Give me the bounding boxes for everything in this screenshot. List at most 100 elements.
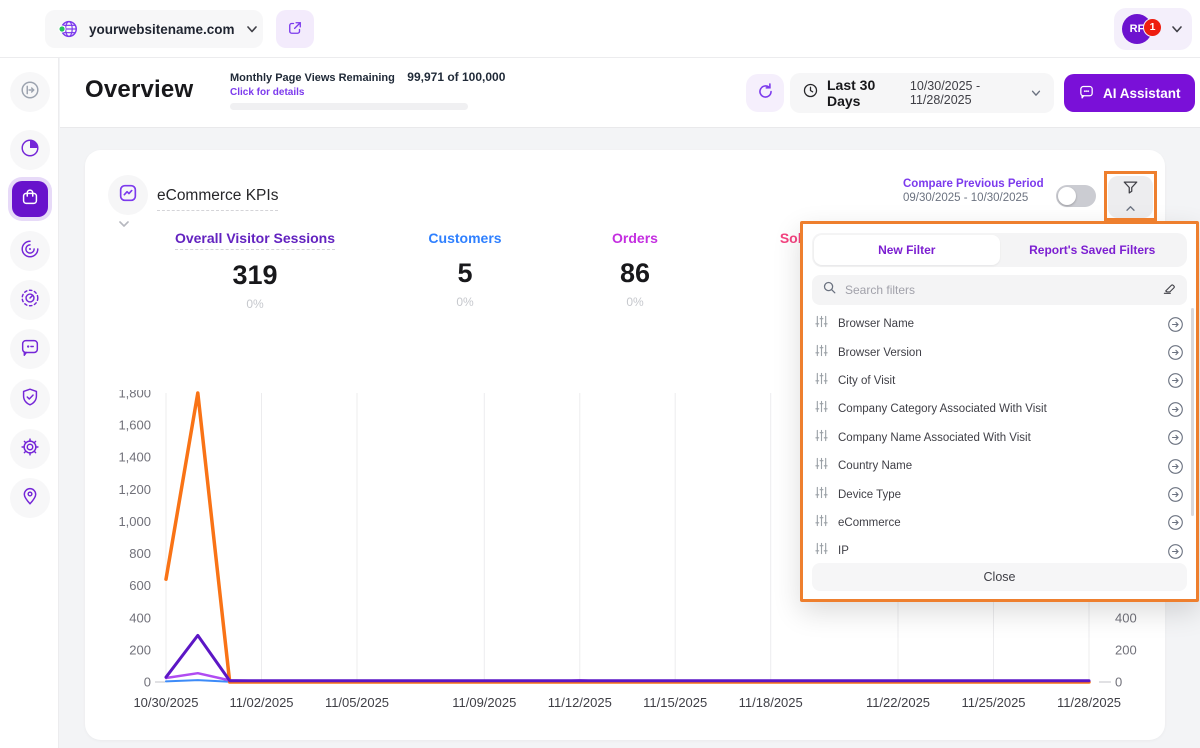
arrow-right-circle-icon[interactable]	[1167, 429, 1184, 446]
quota-label: Monthly Page Views Remaining	[230, 72, 395, 84]
scrollbar[interactable]	[1191, 308, 1194, 516]
svg-text:10/30/2025: 10/30/2025	[133, 695, 198, 710]
kpi-tab-overall-visitor-sessions[interactable]: Overall Visitor Sessions3190%	[115, 230, 395, 311]
svg-text:1,000: 1,000	[118, 514, 151, 529]
refresh-icon	[756, 82, 775, 104]
account-menu[interactable]: RF 1	[1114, 8, 1192, 50]
close-button[interactable]: Close	[812, 563, 1187, 591]
kpi-tab-customers[interactable]: Customers 5 0%	[395, 230, 535, 309]
sliders-icon	[815, 542, 828, 560]
quota-details-link[interactable]: Click for details	[230, 87, 530, 98]
svg-text:11/15/2025: 11/15/2025	[643, 695, 707, 710]
session-target-icon	[19, 287, 41, 314]
filter-list-item[interactable]: Company Category Associated With Visit	[803, 395, 1196, 423]
radar-icon	[19, 238, 41, 265]
widget-title[interactable]: eCommerce KPIs	[157, 187, 278, 211]
svg-text:0: 0	[1115, 675, 1122, 690]
refresh-button[interactable]	[746, 74, 784, 112]
sidebar-item-session-target[interactable]	[10, 280, 50, 320]
filter-item-label: City of Visit	[838, 375, 1167, 387]
arrow-right-circle-icon[interactable]	[1167, 458, 1184, 475]
filter-item-label: IP	[838, 545, 1167, 557]
filter-list-item[interactable]: IP	[803, 537, 1196, 565]
compare-toggle[interactable]	[1056, 185, 1096, 207]
filter-item-label: Browser Version	[838, 347, 1167, 359]
filter-list-item[interactable]: eCommerce	[803, 509, 1196, 537]
sliders-icon	[815, 486, 828, 504]
sidebar-item-shopping-bag[interactable]	[8, 177, 52, 221]
svg-text:1,400: 1,400	[118, 450, 151, 465]
series-violet	[166, 635, 1089, 680]
kpi-tab-orders[interactable]: Orders860%	[565, 230, 705, 309]
arrow-right-circle-icon[interactable]	[1167, 316, 1184, 333]
arrow-right-circle-icon[interactable]	[1167, 543, 1184, 560]
chevron-down-icon	[245, 22, 259, 36]
sidebar-item-radar[interactable]	[10, 231, 50, 271]
sliders-icon	[815, 457, 828, 475]
filter-search-input[interactable]	[845, 283, 1153, 297]
svg-text:600: 600	[129, 578, 151, 593]
kpi-delta: 0%	[115, 297, 395, 311]
filter-item-label: Country Name	[838, 460, 1167, 472]
sliders-icon	[815, 429, 828, 447]
filter-list-item[interactable]: City of Visit	[803, 367, 1196, 395]
website-selector[interactable]: yourwebsitename.com	[45, 10, 263, 48]
sidebar-item-shield-check[interactable]	[10, 379, 50, 419]
kpi-label: Overall Visitor Sessions	[175, 230, 335, 250]
sidebar-item-location-pin[interactable]	[10, 478, 50, 518]
page-title: Overview	[85, 76, 193, 104]
kpi-value: 86	[565, 258, 705, 289]
sidebar-item-chat-bubble[interactable]	[10, 329, 50, 369]
svg-text:1,200: 1,200	[118, 482, 151, 497]
notification-badge: 1	[1143, 18, 1162, 37]
sidebar-item-collapse-arrow[interactable]	[10, 72, 50, 112]
quota-value: 99,971 of 100,000	[407, 70, 505, 84]
svg-text:11/05/2025: 11/05/2025	[325, 695, 389, 710]
pie-chart-icon	[19, 137, 41, 164]
svg-text:11/18/2025: 11/18/2025	[739, 695, 803, 710]
chat-bubble-icon	[1078, 83, 1095, 103]
kpi-delta: 0%	[395, 295, 535, 309]
svg-text:1,600: 1,600	[118, 418, 151, 433]
svg-text:0: 0	[144, 675, 151, 690]
sidebar-item-gear[interactable]	[10, 429, 50, 469]
arrow-right-circle-icon[interactable]	[1167, 344, 1184, 361]
filter-button[interactable]	[1108, 176, 1153, 218]
widget-icon-button[interactable]	[108, 175, 148, 215]
filter-item-label: Device Type	[838, 489, 1167, 501]
arrow-right-circle-icon[interactable]	[1167, 372, 1184, 389]
website-name: yourwebsitename.com	[89, 22, 235, 37]
sidebar-item-pie-chart[interactable]	[10, 130, 50, 170]
arrow-right-circle-icon[interactable]	[1167, 401, 1184, 418]
kpi-delta: 0%	[565, 295, 705, 309]
sliders-icon	[815, 514, 828, 532]
search-icon	[822, 280, 837, 300]
tab-new-filter[interactable]: New Filter	[814, 235, 1000, 265]
svg-text:400: 400	[1115, 610, 1137, 625]
quota-block: Monthly Page Views Remaining 99,971 of 1…	[230, 68, 530, 110]
arrow-right-circle-icon[interactable]	[1167, 514, 1184, 531]
filter-list-item[interactable]: Browser Name	[803, 310, 1196, 338]
sidebar	[0, 58, 59, 748]
open-website-button[interactable]	[276, 10, 314, 48]
date-range-picker[interactable]: Last 30 Days 10/30/2025 - 11/28/2025	[790, 73, 1054, 113]
filter-search[interactable]	[812, 275, 1187, 305]
filter-list-item[interactable]: Device Type	[803, 480, 1196, 508]
filter-list-item[interactable]: Company Name Associated With Visit	[803, 424, 1196, 452]
kpi-value: 5	[395, 258, 535, 289]
svg-text:11/28/2025: 11/28/2025	[1057, 695, 1121, 710]
svg-text:400: 400	[129, 610, 151, 625]
sliders-icon	[815, 344, 828, 362]
eraser-icon[interactable]	[1161, 280, 1177, 301]
kpi-label: Customers	[428, 230, 501, 246]
tab-saved-filters[interactable]: Report's Saved Filters	[1000, 235, 1186, 265]
filter-list: Browser Name Browser Version City of Visit…	[803, 310, 1196, 566]
filter-list-item[interactable]: Country Name	[803, 452, 1196, 480]
ai-assistant-button[interactable]: AI Assistant	[1064, 74, 1195, 112]
filter-list-item[interactable]: Browser Version	[803, 338, 1196, 366]
filter-item-label: Company Category Associated With Visit	[838, 403, 1167, 415]
arrow-right-circle-icon[interactable]	[1167, 486, 1184, 503]
svg-text:1,800: 1,800	[118, 390, 151, 401]
compare-dates: 09/30/2025 - 10/30/2025	[903, 192, 1044, 204]
ai-assistant-label: AI Assistant	[1103, 86, 1181, 101]
